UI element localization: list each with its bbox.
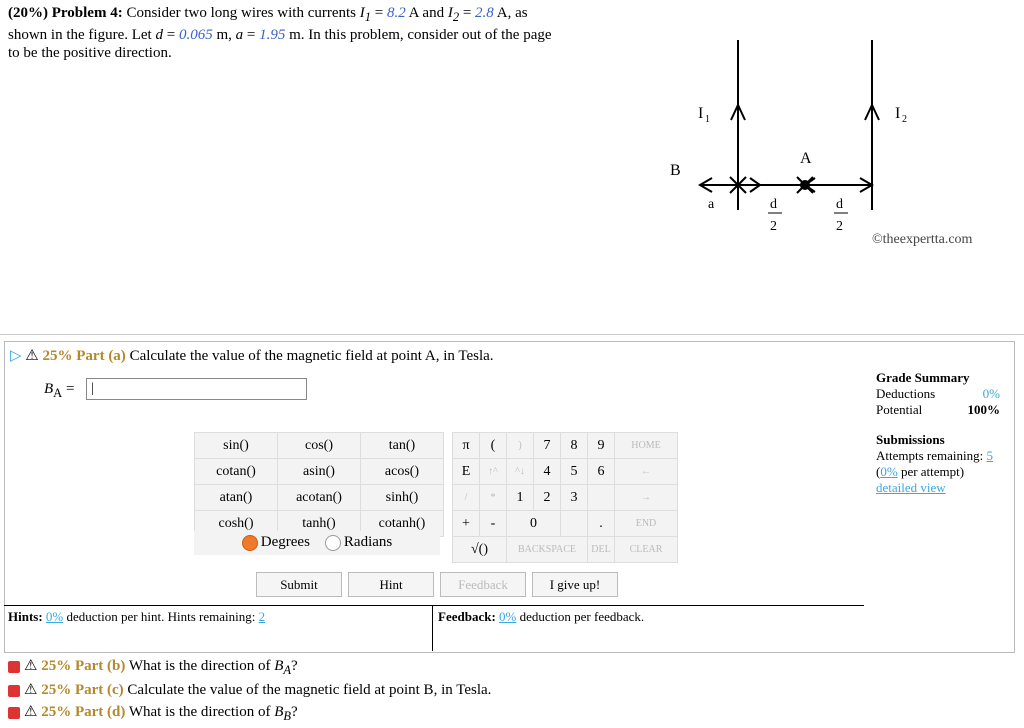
digit-7[interactable]: 7: [533, 432, 561, 459]
svg-text:2: 2: [770, 219, 777, 234]
detailed-view-link[interactable]: detailed view: [876, 480, 1000, 496]
collapse-icon: [8, 684, 20, 697]
del-button[interactable]: DEL: [587, 536, 615, 563]
label-a-point: A: [800, 150, 812, 167]
digit-1[interactable]: 1: [506, 484, 534, 511]
play-icon[interactable]: ▷: [10, 348, 22, 364]
digit-5[interactable]: 5: [560, 458, 588, 485]
backspace-button[interactable]: BACKSPACE: [506, 536, 588, 563]
sqrt-button[interactable]: √(): [452, 536, 507, 563]
svg-text:d: d: [770, 197, 777, 212]
label-b: B: [670, 162, 681, 179]
sinh-button[interactable]: sinh(): [360, 484, 444, 511]
subscript-button[interactable]: ^↓: [506, 458, 534, 485]
divide-button[interactable]: /: [452, 484, 480, 511]
copyright: ©theexpertta.com: [872, 232, 973, 247]
warning-icon: ⚠: [24, 704, 38, 720]
acotan-button[interactable]: acotan(): [277, 484, 361, 511]
problem-statement: (20%) Problem 4: Consider two long wires…: [8, 5, 552, 61]
superscript-button[interactable]: ↑^: [479, 458, 507, 485]
a-value: 1.95: [259, 27, 286, 43]
warning-icon: ⚠: [25, 348, 39, 364]
digit-2[interactable]: 2: [533, 484, 561, 511]
digit-3[interactable]: 3: [560, 484, 588, 511]
cotan-button[interactable]: cotan(): [194, 458, 278, 485]
warning-icon: ⚠: [24, 658, 38, 674]
part-c-row[interactable]: ⚠ 25% Part (c) Calculate the value of th…: [8, 680, 491, 699]
i1-value: 8.2: [386, 5, 406, 21]
e-button[interactable]: E: [452, 458, 480, 485]
ba-label: BA =: [44, 381, 75, 400]
right-arrow-button[interactable]: →: [614, 484, 678, 511]
decimal-button[interactable]: .: [587, 510, 615, 537]
atan-button[interactable]: atan(): [194, 484, 278, 511]
label-a-distance: a: [708, 197, 715, 212]
svg-text:1: 1: [705, 114, 710, 125]
plus-button[interactable]: +: [452, 510, 480, 537]
open-paren-button[interactable]: (: [479, 432, 507, 459]
end-button[interactable]: END: [614, 510, 678, 537]
part-d-row[interactable]: ⚠ 25% Part (d) What is the direction of …: [8, 702, 298, 724]
label-i1: I: [698, 105, 703, 122]
close-paren-button[interactable]: ): [506, 432, 534, 459]
cos-button[interactable]: cos(): [277, 432, 361, 459]
sin-button[interactable]: sin(): [194, 432, 278, 459]
digit-4[interactable]: 4: [533, 458, 561, 485]
collapse-icon: [8, 660, 20, 673]
d-value: 0.065: [178, 27, 213, 43]
clear-button[interactable]: CLEAR: [614, 536, 678, 563]
left-arrow-button[interactable]: ←: [614, 458, 678, 485]
degrees-radio[interactable]: [241, 534, 258, 551]
divider: [0, 334, 1024, 335]
feedback-button[interactable]: Feedback: [440, 572, 526, 597]
i2-value: 2.8: [475, 5, 494, 21]
asin-button[interactable]: asin(): [277, 458, 361, 485]
digit-0[interactable]: 0: [506, 510, 561, 537]
digit-9[interactable]: 9: [587, 432, 615, 459]
hints-info: Hints: 0% deduction per hint. Hints rema…: [8, 609, 266, 624]
label-i2: I: [895, 105, 900, 122]
warning-icon: ⚠: [24, 682, 38, 698]
angle-mode: Degrees Radians: [194, 531, 440, 555]
submit-button[interactable]: Submit: [256, 572, 342, 597]
minus-button[interactable]: -: [479, 510, 507, 537]
collapse-icon: [8, 706, 20, 719]
give-up-button[interactable]: I give up!: [532, 572, 618, 597]
digit-6[interactable]: 6: [587, 458, 615, 485]
multiply-button[interactable]: *: [479, 484, 507, 511]
pi-button[interactable]: π: [452, 432, 480, 459]
part-a-title: ▷ ⚠ 25% Part (a) Calculate the value of …: [10, 348, 494, 364]
acos-button[interactable]: acos(): [360, 458, 444, 485]
grade-summary: Grade Summary Deductions 0% Potential 100%…: [876, 370, 1000, 496]
svg-text:2: 2: [836, 219, 843, 234]
digit-8[interactable]: 8: [560, 432, 588, 459]
svg-text:2: 2: [902, 114, 907, 125]
radians-radio[interactable]: [324, 534, 341, 551]
answer-input[interactable]: |: [86, 378, 307, 400]
home-button[interactable]: HOME: [614, 432, 678, 459]
tan-button[interactable]: tan(): [360, 432, 444, 459]
problem-header: (20%) Problem 4:: [8, 5, 123, 21]
wires-figure: I1 I2 B A a d 2 d 2: [670, 40, 907, 234]
action-buttons: Submit Hint Feedback I give up!: [256, 572, 618, 597]
hint-button[interactable]: Hint: [348, 572, 434, 597]
feedback-info: Feedback: 0% deduction per feedback.: [438, 609, 645, 624]
part-b-row[interactable]: ⚠ 25% Part (b) What is the direction of …: [8, 656, 298, 678]
svg-text:d: d: [836, 197, 843, 212]
